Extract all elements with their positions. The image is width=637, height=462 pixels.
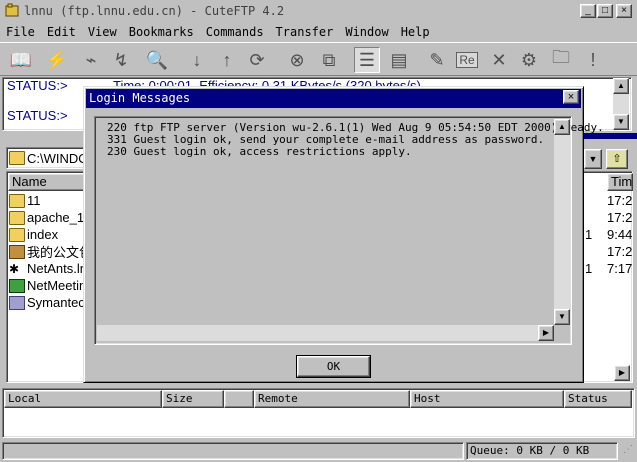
cell-time: 7:17 bbox=[607, 261, 633, 276]
queue-column-status[interactable]: Status bbox=[564, 390, 632, 408]
disconnect-icon[interactable]: ⌁ bbox=[78, 47, 104, 73]
window-title: lnnu (ftp.lnnu.edu.cn) - CuteFTP 4.2 bbox=[24, 4, 285, 18]
column-header-time[interactable]: Tim bbox=[607, 173, 633, 191]
menu-bookmarks[interactable]: Bookmarks bbox=[129, 25, 194, 39]
detail-view-icon[interactable]: ▤ bbox=[386, 47, 412, 73]
title-bar: lnnu (ftp.lnnu.edu.cn) - CuteFTP 4.2 _ □… bbox=[0, 0, 637, 22]
cell-time: 9:44 bbox=[607, 227, 633, 242]
ok-button-label: OK bbox=[297, 356, 370, 377]
list-view-icon[interactable]: ☰ bbox=[354, 47, 380, 73]
transfer-queue[interactable]: Local Size Remote Host Status bbox=[2, 388, 635, 438]
refresh-icon[interactable]: ⟳ bbox=[244, 47, 270, 73]
list-item[interactable]: Symantec bbox=[9, 294, 85, 311]
scroll-up-arrow-icon[interactable]: ▲ bbox=[554, 119, 570, 135]
status-bar: Queue: 0 KB / 0 KB ⋰ bbox=[0, 440, 637, 462]
dialog-title: Login Messages bbox=[89, 91, 191, 105]
quick-connect-icon[interactable]: ⚡ bbox=[44, 47, 70, 73]
file-name: 11 bbox=[27, 193, 41, 208]
queue-column-remote[interactable]: Remote bbox=[254, 390, 410, 408]
table-row[interactable]: 1 7:17 bbox=[585, 260, 632, 277]
queue-icon[interactable]: ⧉ bbox=[316, 47, 342, 73]
dialog-title-bar[interactable]: Login Messages bbox=[86, 89, 581, 108]
list-item[interactable]: apache_1 bbox=[9, 209, 84, 226]
cell-time: 17:2 bbox=[607, 193, 633, 208]
edit-icon[interactable]: ✎ bbox=[424, 47, 450, 73]
upload-icon[interactable]: ↑ bbox=[214, 47, 240, 73]
menu-help[interactable]: Help bbox=[401, 25, 430, 39]
dialog-vertical-scrollbar[interactable]: ▲ ▼ bbox=[554, 119, 570, 325]
menu-bar: File Edit View Bookmarks Commands Transf… bbox=[0, 22, 637, 42]
queue-column-local[interactable]: Local bbox=[4, 390, 162, 408]
scroll-right-arrow-icon[interactable]: ▶ bbox=[614, 365, 630, 381]
menu-window[interactable]: Window bbox=[345, 25, 388, 39]
properties-icon[interactable]: ⚙ bbox=[516, 47, 542, 73]
list-item[interactable]: 11 bbox=[9, 192, 41, 209]
netants-icon: ✱ bbox=[9, 261, 20, 276]
folder-icon bbox=[9, 227, 25, 242]
toolbar: 📖 ⚡ ⌁ ↯ 🔍 ↓ ↑ ⟳ ⊗ ⧉ ☰ ▤ ✎ Re ✕ ⚙ 🗀 ! bbox=[0, 42, 637, 76]
queue-column-host[interactable]: Host bbox=[410, 390, 564, 408]
close-button[interactable]: × bbox=[616, 4, 632, 18]
search-icon[interactable]: 🔍 bbox=[144, 47, 170, 73]
table-row[interactable]: 17:2 bbox=[585, 209, 632, 226]
cell-size: 1 bbox=[585, 227, 593, 242]
symantec-icon bbox=[9, 295, 25, 310]
reconnect-icon[interactable]: ↯ bbox=[108, 47, 134, 73]
queue-column-size[interactable]: Size bbox=[162, 390, 224, 408]
menu-edit[interactable]: Edit bbox=[47, 25, 76, 39]
stop-icon[interactable]: ⊗ bbox=[284, 47, 310, 73]
download-icon[interactable]: ↓ bbox=[184, 47, 210, 73]
size-grip-icon[interactable]: ⋰ bbox=[620, 442, 636, 460]
folder-icon bbox=[9, 193, 25, 208]
list-item[interactable]: NetMeeting bbox=[9, 277, 93, 294]
scroll-down-arrow-icon[interactable]: ▼ bbox=[554, 309, 570, 325]
login-messages-box[interactable]: 220 ftp FTP server (Version wu-2.6.1(1) … bbox=[94, 116, 604, 345]
login-messages-dialog: Login Messages × 220 ftp FTP server (Ver… bbox=[83, 86, 604, 383]
scroll-down-arrow-icon[interactable]: ▼ bbox=[613, 114, 629, 130]
parent-folder-icon[interactable]: ⇧ bbox=[606, 149, 628, 169]
new-folder-icon[interactable]: 🗀 bbox=[548, 47, 574, 73]
file-name: index bbox=[27, 227, 59, 242]
menu-view[interactable]: View bbox=[88, 25, 117, 39]
connect-icon[interactable]: 📖 bbox=[8, 47, 34, 73]
list-item[interactable]: index bbox=[9, 226, 58, 243]
ok-button[interactable]: OK bbox=[296, 355, 371, 378]
status-log-scrollbar[interactable]: ▲ ▼ bbox=[613, 78, 629, 130]
minimize-button[interactable]: _ bbox=[580, 4, 596, 18]
status-label-1: STATUS:> bbox=[7, 78, 68, 93]
message-line: 230 Guest login ok, access restrictions … bbox=[107, 145, 412, 158]
briefcase-icon bbox=[9, 244, 25, 259]
help-icon[interactable]: ! bbox=[580, 47, 606, 73]
status-label-2: STATUS:> bbox=[7, 108, 68, 123]
path-dropdown-arrow-icon[interactable]: ▼ bbox=[584, 149, 602, 169]
cell-time: 17:2 bbox=[607, 244, 633, 259]
netmeeting-icon bbox=[9, 278, 25, 293]
menu-commands[interactable]: Commands bbox=[206, 25, 264, 39]
list-item[interactable]: 我的公文包 bbox=[9, 243, 92, 260]
cell-time: 17:2 bbox=[607, 210, 633, 225]
dialog-close-button[interactable]: × bbox=[563, 90, 579, 104]
folder-icon bbox=[9, 151, 25, 165]
rename-label: Re bbox=[456, 52, 478, 68]
table-row[interactable]: 1 9:44 bbox=[585, 226, 632, 243]
table-row[interactable]: 17:2 bbox=[585, 192, 632, 209]
cuteftp-app-icon[interactable] bbox=[4, 3, 20, 19]
table-row[interactable]: 17:2 bbox=[585, 243, 632, 260]
scroll-up-arrow-icon[interactable]: ▲ bbox=[613, 78, 629, 94]
list-item[interactable]: ✱ NetAnts.lnk bbox=[9, 260, 93, 277]
cell-size: 1 bbox=[585, 261, 593, 276]
dialog-horizontal-scrollbar[interactable]: ▶ bbox=[97, 325, 554, 341]
folder-icon bbox=[9, 210, 25, 225]
maximize-button[interactable]: □ bbox=[597, 4, 613, 18]
scroll-right-arrow-icon[interactable]: ▶ bbox=[538, 325, 554, 341]
file-name: Symantec bbox=[27, 295, 85, 310]
menu-file[interactable]: File bbox=[6, 25, 35, 39]
queue-column-blank[interactable] bbox=[224, 390, 254, 408]
rename-icon[interactable]: Re bbox=[454, 47, 480, 73]
status-bar-left bbox=[2, 442, 464, 460]
file-name: apache_1 bbox=[27, 210, 85, 225]
delete-icon[interactable]: ✕ bbox=[486, 47, 512, 73]
menu-transfer[interactable]: Transfer bbox=[276, 25, 334, 39]
queue-status: Queue: 0 KB / 0 KB bbox=[466, 442, 618, 460]
